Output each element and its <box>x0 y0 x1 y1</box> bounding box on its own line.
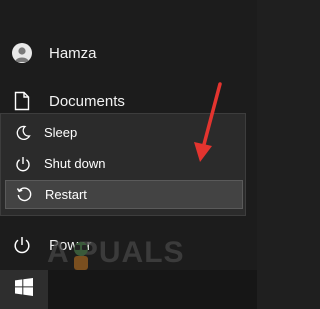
windows-logo-icon <box>15 278 33 301</box>
documents-label: Documents <box>49 92 125 110</box>
restart-icon <box>14 185 34 205</box>
restart-label: Restart <box>45 187 87 202</box>
restart-option[interactable]: Restart <box>5 180 243 209</box>
document-icon <box>11 90 33 112</box>
moon-icon <box>13 123 33 143</box>
start-button[interactable] <box>0 270 48 309</box>
user-account-item[interactable]: Hamza <box>0 36 257 70</box>
power-icon <box>13 154 33 174</box>
power-icon <box>11 234 33 256</box>
user-name: Hamza <box>49 44 97 62</box>
shut-down-label: Shut down <box>44 156 106 171</box>
user-avatar-icon <box>11 42 33 64</box>
appuals-mascot-icon <box>74 242 88 270</box>
red-arrow-annotation <box>194 82 222 162</box>
sleep-label: Sleep <box>44 125 78 140</box>
taskbar <box>0 270 257 309</box>
